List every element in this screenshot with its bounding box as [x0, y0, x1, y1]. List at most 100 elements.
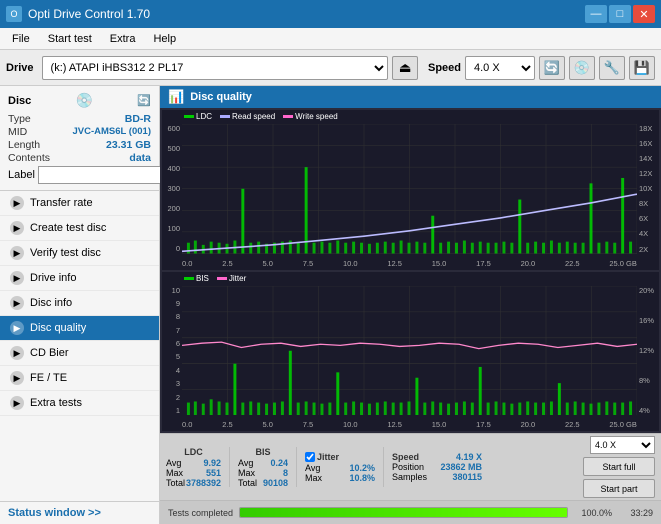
- ldc-y-axis-left: 6005004003002001000: [162, 124, 182, 254]
- divider-3: [383, 447, 384, 487]
- bis-y-axis-right: 20%16%12%8%4%: [637, 286, 659, 416]
- drive-toolbar: Drive (k:) ATAPI iHBS312 2 PL17 ⏏ Speed …: [0, 50, 661, 86]
- sidebar-item-fe-te[interactable]: ▶ FE / TE: [0, 366, 159, 391]
- sidebar: Disc 💿 🔄 Type BD-R MID JVC-AMS6L (001) L…: [0, 86, 160, 524]
- jitter-max-row: Max 10.8%: [305, 473, 375, 483]
- disc-type-row: Type BD-R: [8, 113, 151, 125]
- bis-legend-jitter: Jitter: [217, 274, 246, 283]
- nav-label-cd-bier: CD Bier: [30, 347, 69, 359]
- bis-chart-svg: [182, 286, 637, 416]
- app-title: Opti Drive Control 1.70: [28, 7, 150, 21]
- ldc-total-value: 3788392: [186, 478, 221, 488]
- disc-header: Disc 💿 🔄: [8, 92, 151, 109]
- samples-label: Samples: [392, 472, 427, 482]
- sidebar-item-cd-bier[interactable]: ▶ CD Bier: [0, 341, 159, 366]
- drive-info-icon: ▶: [10, 271, 24, 285]
- quality-icon: 📊: [168, 89, 184, 105]
- position-label: Position: [392, 462, 424, 472]
- main-layout: Disc 💿 🔄 Type BD-R MID JVC-AMS6L (001) L…: [0, 86, 661, 524]
- ldc-x-axis: 0.02.55.07.510.012.515.017.520.022.525.0…: [182, 259, 637, 268]
- ldc-total-row: Total 3788392: [166, 478, 221, 488]
- speed-select[interactable]: 4.0 X: [465, 56, 535, 80]
- title-bar: O Opti Drive Control 1.70 — □ ✕: [0, 0, 661, 28]
- ldc-legend-read: Read speed: [220, 112, 275, 121]
- menu-extra[interactable]: Extra: [102, 31, 144, 47]
- stats-bar: LDC Avg 9.92 Max 551 Total 3788392 BIS: [160, 433, 661, 500]
- nav-label-extra-tests: Extra tests: [30, 397, 82, 409]
- minimize-button[interactable]: —: [585, 5, 607, 23]
- menu-start-test[interactable]: Start test: [40, 31, 100, 47]
- eject-button[interactable]: ⏏: [392, 56, 418, 80]
- disc-panel: Disc 💿 🔄 Type BD-R MID JVC-AMS6L (001) L…: [0, 86, 159, 191]
- jitter-stats: Jitter Avg 10.2% Max 10.8%: [305, 452, 375, 483]
- right-controls: 4.0 X Start full Start part: [583, 436, 655, 498]
- disc-title: Disc: [8, 95, 31, 107]
- app-icon: O: [6, 6, 22, 22]
- jitter-avg-row: Avg 10.2%: [305, 463, 375, 473]
- bis-stats-header: BIS: [238, 447, 288, 457]
- ldc-stats: LDC Avg 9.92 Max 551 Total 3788392: [166, 447, 221, 488]
- charts-area: LDC Read speed Write speed 6005004003002…: [160, 108, 661, 433]
- verify-test-disc-icon: ▶: [10, 246, 24, 260]
- menu-file[interactable]: File: [4, 31, 38, 47]
- speed-value: 4.19 X: [456, 452, 482, 462]
- ldc-avg-label: Avg: [166, 458, 181, 468]
- nav-list: ▶ Transfer rate ▶ Create test disc ▶ Ver…: [0, 191, 159, 501]
- bis-total-label: Total: [238, 478, 257, 488]
- maximize-button[interactable]: □: [609, 5, 631, 23]
- bis-avg-row: Avg 0.24: [238, 458, 288, 468]
- bis-total-row: Total 90108: [238, 478, 288, 488]
- bis-stats: BIS Avg 0.24 Max 8 Total 90108: [238, 447, 288, 488]
- sidebar-item-verify-test-disc[interactable]: ▶ Verify test disc: [0, 241, 159, 266]
- position-value: 23862 MB: [440, 462, 482, 472]
- sidebar-item-disc-info[interactable]: ▶ Disc info: [0, 291, 159, 316]
- bis-total-value: 90108: [263, 478, 288, 488]
- start-full-button[interactable]: Start full: [583, 457, 655, 476]
- disc-length-row: Length 23.31 GB: [8, 139, 151, 151]
- disc-type-value: BD-R: [125, 113, 151, 125]
- ldc-legend: LDC Read speed Write speed: [184, 112, 338, 121]
- status-window-label: Status window >>: [8, 507, 101, 519]
- title-bar-controls: — □ ✕: [585, 5, 655, 23]
- refresh-button[interactable]: 🔄: [539, 56, 565, 80]
- speed-stats: Speed 4.19 X Position 23862 MB Samples 3…: [392, 452, 482, 482]
- disc-refresh[interactable]: 🔄: [137, 94, 151, 107]
- test-speed-select[interactable]: 4.0 X: [590, 436, 655, 454]
- ldc-y-axis-right: 18X16X14X12X10X8X6X4X2X: [637, 124, 659, 254]
- extra-tests-icon: ▶: [10, 396, 24, 410]
- bis-legend-bis: BIS: [184, 274, 209, 283]
- menu-help[interactable]: Help: [145, 31, 184, 47]
- fe-te-icon: ▶: [10, 371, 24, 385]
- ldc-stats-header: LDC: [166, 447, 221, 457]
- sidebar-item-transfer-rate[interactable]: ▶ Transfer rate: [0, 191, 159, 216]
- close-button[interactable]: ✕: [633, 5, 655, 23]
- sidebar-item-drive-info[interactable]: ▶ Drive info: [0, 266, 159, 291]
- status-window-button[interactable]: Status window >>: [0, 501, 159, 524]
- disc-label-text: Label: [8, 169, 35, 181]
- jitter-max-label: Max: [305, 473, 322, 483]
- sidebar-item-create-test-disc[interactable]: ▶ Create test disc: [0, 216, 159, 241]
- ldc-max-row: Max 551: [166, 468, 221, 478]
- ldc-max-label: Max: [166, 468, 183, 478]
- sidebar-item-disc-quality[interactable]: ▶ Disc quality: [0, 316, 159, 341]
- bis-chart: BIS Jitter 10987654321 20%16%12%8%4%: [162, 272, 659, 432]
- bis-max-row: Max 8: [238, 468, 288, 478]
- nav-label-disc-info: Disc info: [30, 297, 72, 309]
- settings-button[interactable]: 🔧: [599, 56, 625, 80]
- jitter-checkbox[interactable]: [305, 452, 315, 462]
- sidebar-item-extra-tests[interactable]: ▶ Extra tests: [0, 391, 159, 416]
- save-button[interactable]: 💾: [629, 56, 655, 80]
- burn-button[interactable]: 💿: [569, 56, 595, 80]
- progress-percentage: 100.0%: [574, 508, 612, 518]
- jitter-label: Jitter: [317, 452, 339, 462]
- ldc-max-value: 551: [206, 468, 221, 478]
- start-part-button[interactable]: Start part: [583, 479, 655, 498]
- cd-bier-icon: ▶: [10, 346, 24, 360]
- disc-info-icon: ▶: [10, 296, 24, 310]
- nav-label-transfer-rate: Transfer rate: [30, 197, 93, 209]
- content-area: 📊 Disc quality LDC Read speed Write spee…: [160, 86, 661, 524]
- disc-label-input[interactable]: [38, 166, 176, 184]
- nav-label-fe-te: FE / TE: [30, 372, 67, 384]
- drive-select[interactable]: (k:) ATAPI iHBS312 2 PL17: [42, 56, 388, 80]
- disc-icon: 💿: [76, 92, 93, 109]
